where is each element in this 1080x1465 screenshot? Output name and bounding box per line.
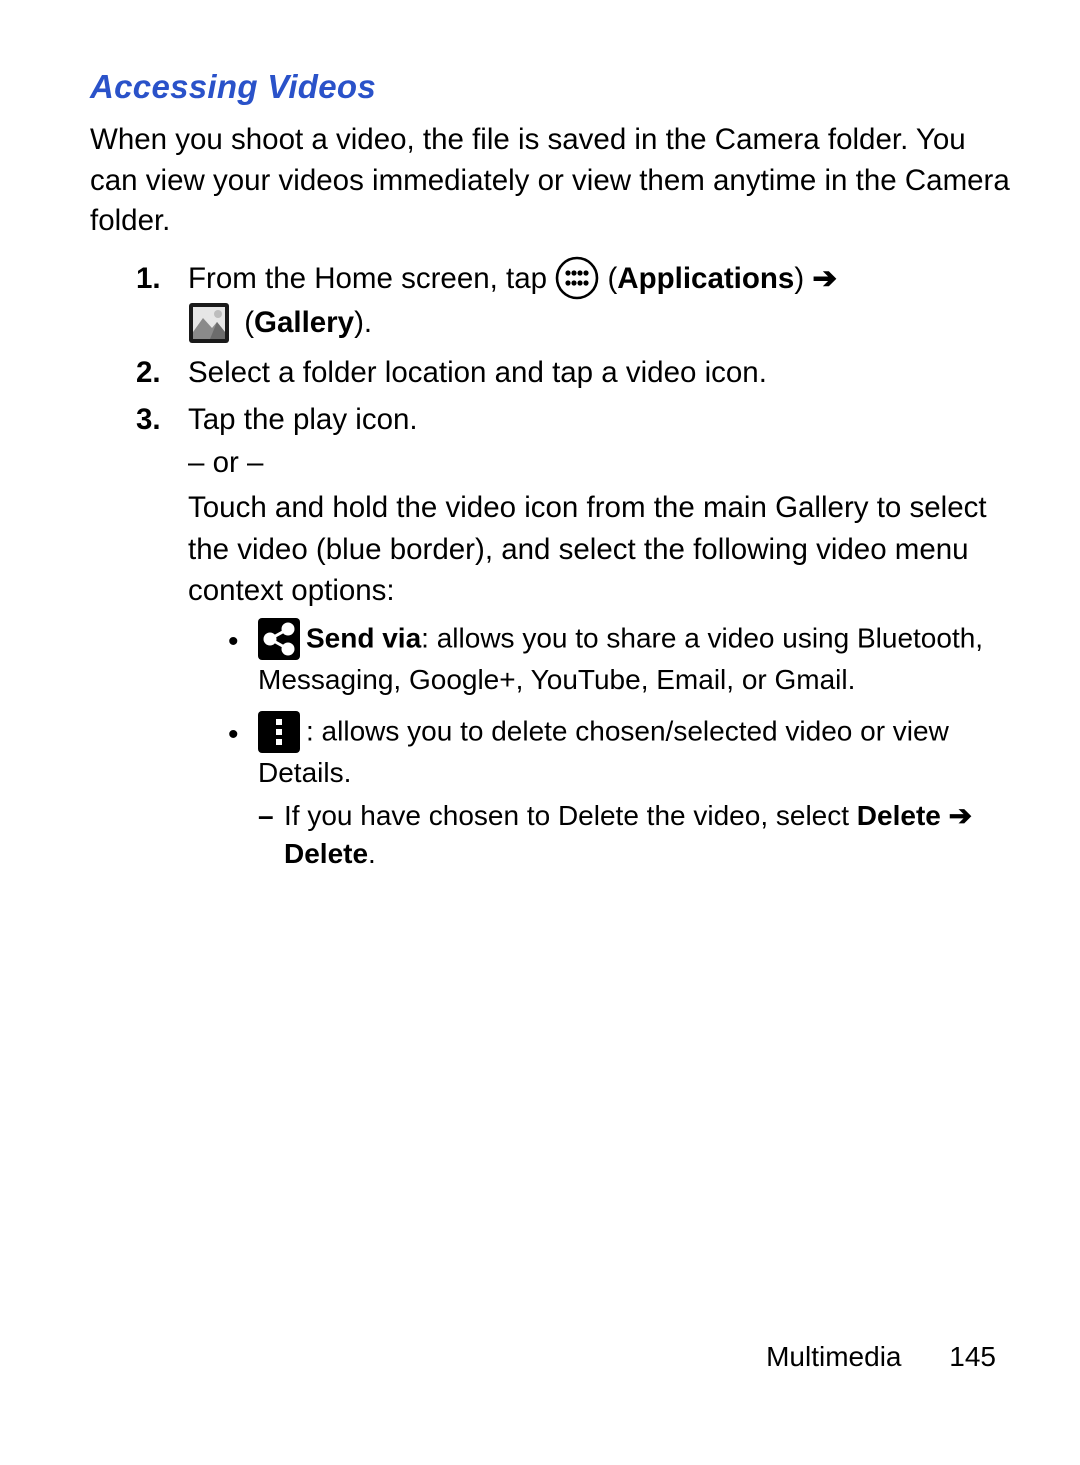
step-number: 3. [136,399,161,440]
step-number: 2. [136,352,161,393]
paren-close: ). [354,306,372,339]
applications-icon [555,256,599,300]
context-options-list: Send via: allows you to share a video us… [188,619,1020,874]
overflow-menu-icon [258,711,300,753]
paren-open: ( [607,262,617,295]
step-alt-text: Touch and hold the video icon from the m… [188,487,1020,611]
gallery-label: Gallery [254,306,354,339]
paren-open: ( [236,306,254,339]
step-1: 1. From the Home screen, tap (Applicatio… [136,258,1020,345]
delete-b2: Delete [284,838,368,869]
delete-pre: If you have chosen to Delete the video, … [284,800,857,831]
arrow-icon: ➔ [941,800,972,831]
step-text: From the Home screen, tap [188,262,555,295]
option-send-via: Send via: allows you to share a video us… [228,619,1020,700]
step-3: 3. Tap the play icon. – or – Touch and h… [136,399,1020,874]
option-menu: : allows you to delete chosen/selected v… [228,712,1020,874]
arrow-icon: ➔ [812,262,837,295]
share-icon [258,618,300,660]
applications-label: Applications [617,262,794,295]
step-2: 2. Select a folder location and tap a vi… [136,352,1020,393]
delete-b1: Delete [857,800,941,831]
manual-page: Accessing Videos When you shoot a video,… [0,0,1080,1465]
period: . [368,838,376,869]
section-heading: Accessing Videos [90,68,1020,106]
step-text: Tap the play icon. [188,403,418,436]
or-divider: – or – [188,442,1020,483]
intro-paragraph: When you shoot a video, the file is save… [90,120,1020,242]
sub-option-list: If you have chosen to Delete the video, … [258,797,1020,874]
menu-text: : allows you to delete chosen/selected v… [258,715,949,788]
page-footer: Multimedia 145 [766,1341,996,1373]
footer-section: Multimedia [766,1341,901,1372]
sub-option-delete: If you have chosen to Delete the video, … [258,797,1020,874]
send-via-label: Send via [306,623,421,654]
paren-close: ) [794,262,812,295]
step-list: 1. From the Home screen, tap (Applicatio… [90,258,1020,874]
step-number: 1. [136,258,161,299]
footer-page-number: 145 [949,1341,996,1372]
gallery-icon [188,302,230,344]
step-text: Select a folder location and tap a video… [188,356,767,389]
